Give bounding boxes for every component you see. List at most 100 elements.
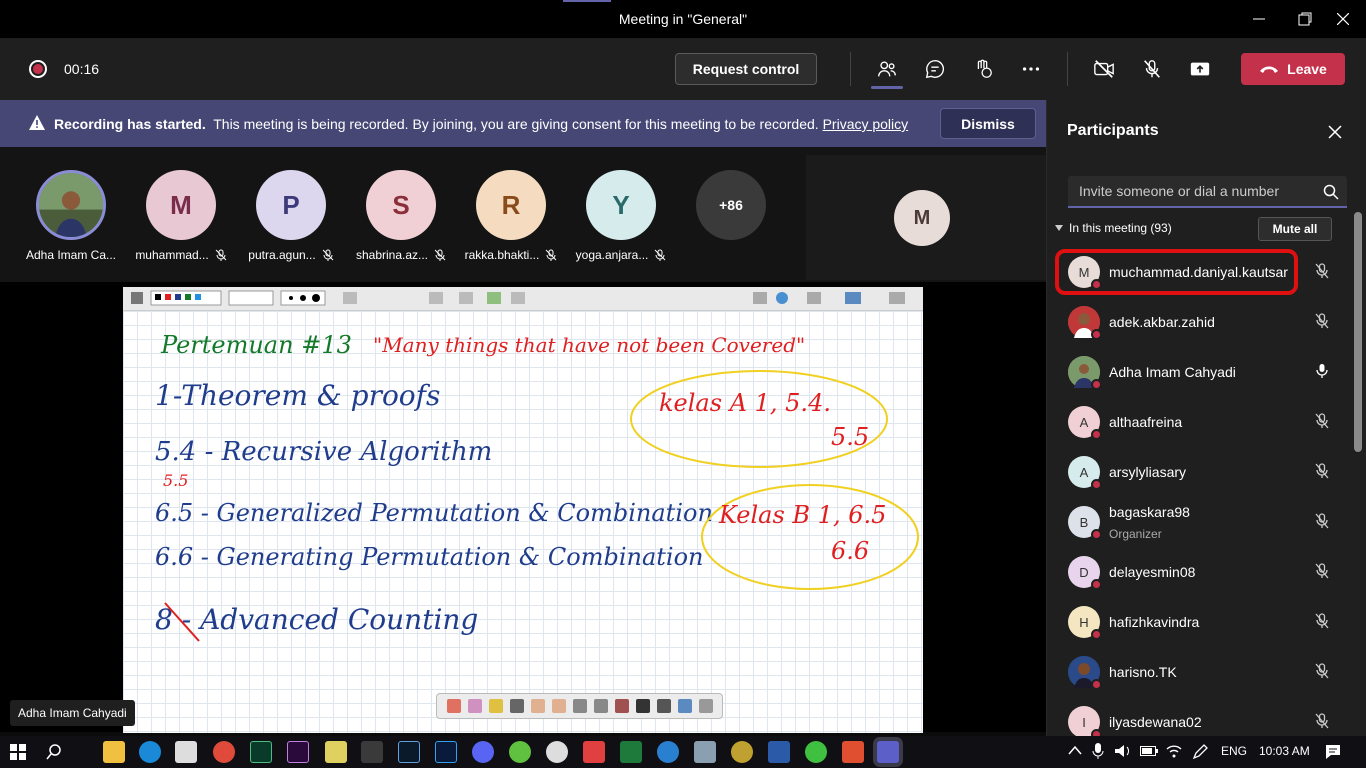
media-player-icon[interactable]: [361, 741, 383, 763]
eraser-icon[interactable]: [467, 699, 482, 713]
mic-off-icon[interactable]: [1313, 512, 1331, 530]
mic-off-icon[interactable]: [1313, 562, 1331, 580]
tile-name: Adha Imam Ca...: [25, 248, 117, 262]
line-icon[interactable]: [635, 699, 650, 713]
participant-row[interactable]: D delayesmin08: [1047, 547, 1357, 597]
video-tile[interactable]: P putra.agun...: [236, 170, 346, 262]
lightroom-icon[interactable]: [398, 741, 420, 763]
battery-icon[interactable]: [1140, 746, 1158, 756]
menu-icon[interactable]: [698, 699, 713, 713]
remote-desktop-icon[interactable]: [694, 741, 716, 763]
highlighter-icon[interactable]: [488, 699, 503, 713]
word-icon[interactable]: [768, 741, 790, 763]
volume-icon[interactable]: [1114, 744, 1132, 758]
pen-icon[interactable]: [446, 699, 461, 713]
video-tile[interactable]: Adha Imam Ca...: [16, 170, 126, 262]
more-actions-button[interactable]: [1015, 54, 1047, 84]
mic-off-icon[interactable]: [1313, 712, 1331, 730]
mic-tray-icon[interactable]: [1092, 743, 1104, 759]
edge-icon[interactable]: [139, 741, 161, 763]
discord-icon[interactable]: [472, 741, 494, 763]
mic-toggle-button[interactable]: [1136, 54, 1168, 84]
mute-all-button[interactable]: Mute all: [1258, 217, 1332, 241]
utorrent-icon[interactable]: [509, 741, 531, 763]
pan-icon[interactable]: [551, 699, 566, 713]
language-indicator[interactable]: ENG: [1221, 744, 1247, 758]
pdf-app-icon[interactable]: [842, 741, 864, 763]
search-icon[interactable]: [46, 744, 62, 760]
invite-input[interactable]: Invite someone or dial a number: [1068, 176, 1347, 208]
internet-explorer-icon[interactable]: [657, 741, 679, 763]
mic-on-icon[interactable]: [1313, 362, 1331, 380]
tile-name-row: muhammad...: [126, 248, 236, 262]
video-tile[interactable]: Y yoga.anjara...: [566, 170, 676, 262]
teams-icon[interactable]: [877, 741, 899, 763]
participants-panel: Participants Invite someone or dial a nu…: [1046, 100, 1366, 740]
pen-tray-icon[interactable]: [1192, 744, 1208, 760]
audition-icon[interactable]: [250, 741, 272, 763]
zoom-out-icon[interactable]: [593, 699, 608, 713]
participant-row[interactable]: B bagaskara98 Organizer: [1047, 497, 1357, 547]
photoshop-icon[interactable]: [435, 741, 457, 763]
image-icon[interactable]: [677, 699, 692, 713]
shield-app-icon[interactable]: [731, 741, 753, 763]
leave-button[interactable]: Leave: [1241, 53, 1345, 85]
pointer-icon[interactable]: [509, 699, 524, 713]
reactions-button[interactable]: [967, 54, 999, 84]
avatar-initial: B: [1079, 514, 1089, 530]
notes-icon[interactable]: [325, 741, 347, 763]
line-app-icon[interactable]: [805, 741, 827, 763]
camera-toggle-button[interactable]: [1088, 54, 1120, 84]
participant-row[interactable]: Adha Imam Cahyadi: [1047, 347, 1357, 397]
overflow-tile[interactable]: +86: [676, 170, 786, 240]
request-control-button[interactable]: Request control: [675, 53, 817, 85]
mic-off-icon[interactable]: [1313, 412, 1331, 430]
clock-app-icon[interactable]: [546, 741, 568, 763]
whiteboard-tool-palette[interactable]: [436, 693, 723, 719]
clock[interactable]: 10:03 AM: [1259, 744, 1310, 758]
close-panel-button[interactable]: [1323, 120, 1347, 144]
participant-row[interactable]: harisno.TK: [1047, 647, 1357, 697]
warning-icon: [29, 115, 45, 130]
windows-start-icon[interactable]: [10, 744, 26, 760]
wifi-icon[interactable]: [1166, 744, 1182, 758]
text-icon[interactable]: [656, 699, 671, 713]
participant-row[interactable]: A arsylyliasary: [1047, 447, 1357, 497]
video-tile[interactable]: M muhammad...: [126, 170, 236, 262]
notification-icon[interactable]: [1325, 744, 1341, 760]
chevron-up-icon[interactable]: [1068, 745, 1082, 755]
dismiss-button[interactable]: Dismiss: [940, 108, 1036, 139]
app-icon[interactable]: [583, 741, 605, 763]
minimize-button[interactable]: [1236, 0, 1282, 38]
participant-row[interactable]: A althaafreina: [1047, 397, 1357, 447]
participant-row[interactable]: adek.akbar.zahid: [1047, 297, 1357, 347]
in-meeting-header[interactable]: In this meeting (93): [1055, 221, 1172, 235]
windows-taskbar: [0, 736, 1366, 768]
file-explorer-icon[interactable]: [103, 741, 125, 763]
mic-off-icon[interactable]: [1313, 312, 1331, 330]
participant-row[interactable]: H hafizhkavindra: [1047, 597, 1357, 647]
panel-scrollbar[interactable]: [1354, 212, 1362, 452]
video-tile[interactable]: S shabrina.az...: [346, 170, 456, 262]
ellipsis-icon: [1022, 67, 1040, 71]
share-content-button[interactable]: [1184, 54, 1216, 84]
chrome-icon[interactable]: [213, 741, 235, 763]
show-chat-button[interactable]: [919, 54, 951, 84]
excel-icon[interactable]: [620, 741, 642, 763]
laser-icon[interactable]: [614, 699, 629, 713]
mic-off-icon[interactable]: [1313, 262, 1331, 280]
premiere-icon[interactable]: [287, 741, 309, 763]
hand-icon[interactable]: [530, 699, 545, 713]
show-participants-button[interactable]: [871, 54, 903, 84]
mic-off-icon[interactable]: [1313, 662, 1331, 680]
video-tile-large[interactable]: M: [806, 155, 1046, 280]
zoom-in-icon[interactable]: [572, 699, 587, 713]
avatar-initial: A: [1079, 464, 1089, 480]
close-window-button[interactable]: [1320, 0, 1366, 38]
mic-off-icon[interactable]: [1313, 462, 1331, 480]
mic-off-icon[interactable]: [1313, 612, 1331, 630]
active-tab-indicator: [871, 86, 903, 89]
store-icon[interactable]: [175, 741, 197, 763]
video-tile[interactable]: R rakka.bhakti...: [456, 170, 566, 262]
privacy-policy-link[interactable]: Privacy policy: [823, 116, 909, 132]
